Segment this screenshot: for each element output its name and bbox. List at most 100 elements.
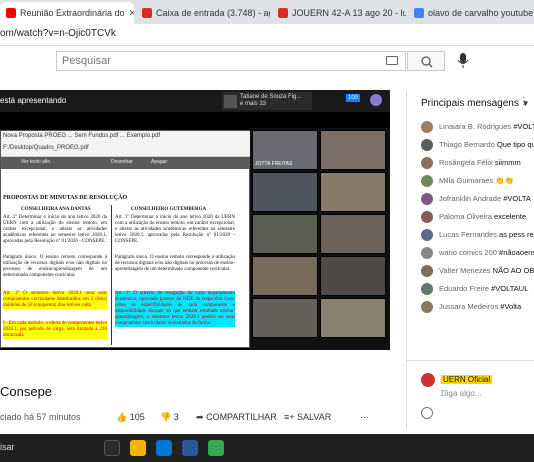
tab-jouern[interactable]: JOUERN 42-A 13 ago 20 - luzia ✕ [272,2,406,24]
pdf-tab-list: Nova Proposta PROEG ... Sem Fundos.pdf .… [3,133,161,139]
chat-text: NÃO AO OBRIGATÓRIO! [492,266,534,275]
chat-line: Milla Guimaraes 👏👏 [439,176,514,185]
search-input[interactable]: Pesquisar [56,51,406,71]
chat-line: Jussara Medeiros #Volta [439,302,521,311]
left-cell: Parágrafo único. O ensino remoto corresp… [3,255,107,278]
share-label: COMPARTILHAR [206,412,277,422]
emoji-icon[interactable] [421,407,433,419]
chat-author: Lucas Fernandes [439,230,497,239]
tab-gmail[interactable]: Caixa de entrada (3.748) - agec ✕ [136,2,270,24]
chat-author: Thiago Bernardo [439,140,495,149]
chat-avatar [421,157,433,169]
video-player[interactable]: está apresentando Tatiane de Souza Fig..… [0,90,390,350]
chrome-icon[interactable] [208,440,224,456]
participant-video [320,256,386,296]
column-header-left: CONSELHEIRA ANA DANTAS [21,207,91,212]
dislike-button[interactable]: 👎 3 [160,412,179,423]
address-bar[interactable]: om/watch?v=n-Ojic0TCVk [0,24,534,46]
user-avatar [370,94,382,106]
share-button[interactable]: ➦ COMPARTILHAR [196,412,277,423]
presenter-more: e mais 33 [240,101,267,107]
thumbs-down-icon: 👎 [160,412,172,422]
left-cell: Art. 1º Determinar o início do ano letiv… [3,215,107,244]
chat-text: as pess realidade delas [499,230,534,239]
tab-label: JOUERN 42-A 13 ago 20 - luzia [292,8,406,18]
chat-avatar [421,247,433,259]
tab-label: Caixa de entrada (3.748) - agec [156,8,270,18]
google-icon [414,8,424,18]
save-label: SALVAR [297,412,332,422]
participant-video [320,172,386,212]
chat-avatar [421,301,433,313]
chat-avatar [421,229,433,241]
participant-video [252,172,318,212]
chat-line: Thiago Bernardo Que tipo que se discute … [439,140,534,149]
video-title: Consepe [0,384,53,399]
chat-author: Linaiara B. Rodrigues [439,122,512,131]
chat-text: #VOLTAUL [491,284,529,293]
chat-text: #VOLTA [503,194,531,203]
tab-label: Reunião Extraordinária do [20,8,125,18]
chat-input-area: UERN Oficial Diga algo... [407,360,534,430]
live-chat: Principais mensagens ▼ ⋮ Linaiara B. Rod… [406,90,534,430]
self-avatar [421,373,435,387]
chat-input[interactable]: Diga algo... [441,389,481,398]
right-cell: Art. 1º Determinar o início do ano letiv… [115,215,235,244]
column-header-right: CONSELHEIRO GUTEMBERGA [131,207,207,212]
mail-app-icon[interactable] [156,440,172,456]
word-icon[interactable] [182,440,198,456]
close-icon[interactable]: ✕ [125,8,134,19]
youtube-header: Pesquisar [0,46,534,76]
chat-line: wario comics 200 #nãoaoensinoremotoobri [439,248,534,257]
tab-google-search[interactable]: olavo de carvalho youtube - Pesq [408,2,534,24]
chat-line: Linaiara B. Rodrigues #VOLTAULA... [439,122,534,131]
pdf-tool: Desenhar [111,159,133,165]
chat-mode-label: Principais mensagens [421,98,519,109]
chat-text: #nãoaoensinoremotoobri [499,248,534,257]
chat-avatar [421,283,433,295]
save-button[interactable]: ≡+ SALVAR [284,412,331,422]
chat-author: Jussara Medeiros [439,302,499,311]
task-view-icon[interactable] [104,440,120,456]
taskbar-search[interactable]: isar [0,442,15,452]
more-vert-icon[interactable]: ⋮ [519,96,529,107]
search-button[interactable] [407,51,445,71]
gmail-icon [142,8,152,18]
chat-text: #VOLTAULA... [513,122,534,131]
participant-video [320,214,386,254]
more-icon[interactable]: ··· [360,412,369,422]
doc-title: PROPOSTAS DE MINUTAS DE RESOLUÇÃO [3,195,128,201]
chat-author: Eduardo Freire [439,284,490,293]
pdf-path: F:/Desktop/Quadro_PROEG.pdf [3,145,89,151]
right-cell: Parágrafo único. O ensino remoto corresp… [115,255,235,272]
participant-video [252,256,318,296]
like-button[interactable]: 👍 105 [116,412,145,423]
shared-screen: Nova Proposta PROEG ... Sem Fundos.pdf .… [0,130,251,348]
file-explorer-icon[interactable] [130,440,146,456]
pdf-tool: Apagar [151,159,168,165]
chat-header[interactable]: Principais mensagens ▼ [421,98,530,109]
gmail-icon [278,8,288,18]
youtube-icon [6,8,16,18]
search-placeholder: Pesquisar [62,55,111,67]
keyboard-icon[interactable] [386,56,398,65]
tab-reuniao[interactable]: Reunião Extraordinária do ✕ [0,2,134,24]
chat-avatar [421,175,433,187]
self-name: UERN Oficial [441,375,493,384]
playlist-add-icon: ≡+ [284,412,295,422]
chat-text: Que tipo que se discute tanto? [496,140,534,149]
presenter-card: Tatiane de Souza Fig... e mais 33 [222,92,312,110]
taskbar: isar [0,434,534,462]
presenter-avatar [224,95,237,108]
chat-text: excelente [494,212,527,221]
chat-author: Jofranklin Andrade [439,194,502,203]
participants-badge: 100 [346,94,361,102]
chat-line: Jofranklin Andrade #VOLTA [439,194,531,203]
chat-avatar [421,265,433,277]
participant-gallery: JOTTA FREITAS [250,128,390,350]
microphone-icon[interactable] [457,53,469,69]
participant-video [320,298,386,338]
presenter-name: Tatiane de Souza Fig... [240,94,302,100]
chat-messages: Linaiara B. Rodrigues #VOLTAULA... Thiago… [407,118,534,382]
stream-started: ciado há 57 minutos [0,412,81,422]
